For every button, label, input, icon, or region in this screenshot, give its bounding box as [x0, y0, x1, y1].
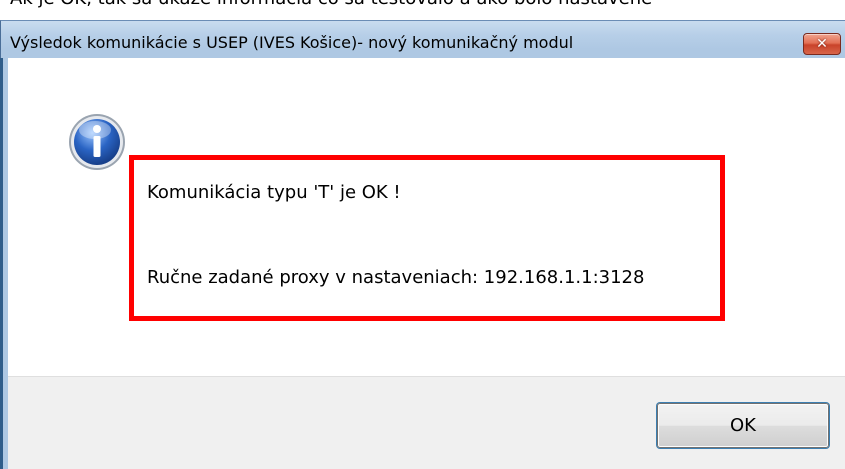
message-line-2: Ručne zadané proxy v nastaveniach: 192.1…: [147, 267, 645, 288]
ok-button[interactable]: OK: [657, 403, 829, 448]
highlight-box: [129, 155, 725, 321]
background-text: Ak je OK, tak sa ukáže informácia čo sa …: [10, 0, 652, 9]
window-left-border: [0, 58, 3, 469]
screenshot: Ak je OK, tak sa ukáže informácia čo sa …: [0, 0, 845, 469]
close-icon: ✕: [816, 36, 828, 52]
window-title: Výsledok komunikácie s USEP (IVES Košice…: [10, 33, 574, 52]
close-button[interactable]: ✕: [803, 33, 841, 55]
info-icon: [69, 114, 125, 170]
message-line-1: Komunikácia typu 'T' je OK !: [147, 182, 401, 203]
